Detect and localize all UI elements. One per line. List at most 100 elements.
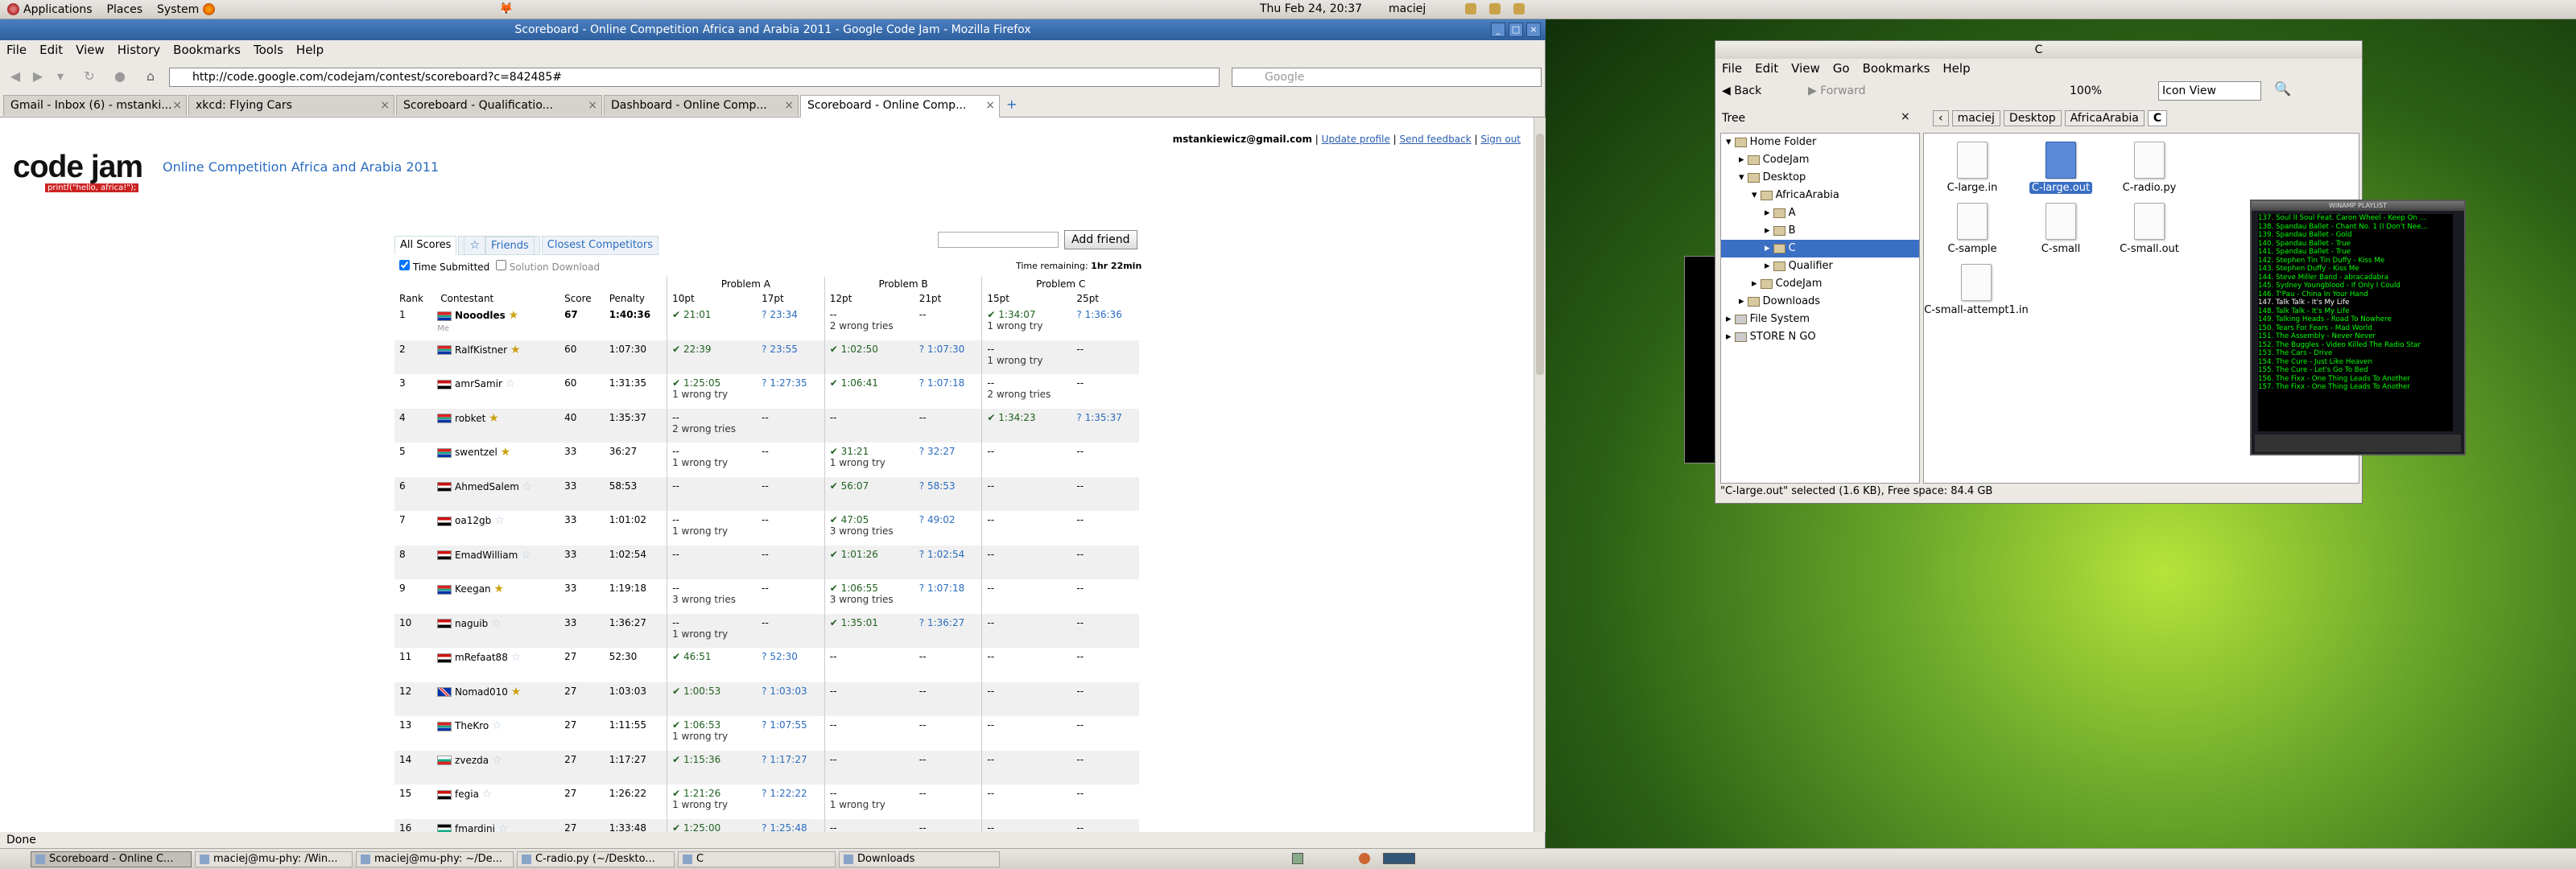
- contestant-name[interactable]: fegia: [455, 789, 479, 800]
- sign-out-link[interactable]: Sign out: [1480, 134, 1521, 145]
- playlist-item[interactable]: 154. The Cure - Just Like Heaven: [2258, 358, 2453, 367]
- contestant-name[interactable]: Keegan: [455, 583, 491, 595]
- solution-download-checkbox[interactable]: [495, 260, 506, 270]
- star-icon[interactable]: ★: [489, 412, 499, 425]
- firefox-launcher-icon[interactable]: [203, 3, 216, 15]
- trash-icon[interactable]: [1292, 853, 1303, 864]
- panel-clock[interactable]: Thu Feb 24, 20:37: [1260, 2, 1362, 15]
- panel-user[interactable]: maciej: [1389, 2, 1426, 15]
- playlist-item[interactable]: 146. T'Pau - China In Your Hand: [2258, 290, 2453, 299]
- back-button[interactable]: ◀ Back: [1722, 84, 1761, 97]
- playlist-item[interactable]: 141. Spandau Ballet - True: [2258, 248, 2453, 257]
- star-icon[interactable]: ☆: [521, 549, 531, 562]
- playlist-item[interactable]: 145. Sydney Youngblood - If Only I Could: [2258, 282, 2453, 290]
- minimize-icon[interactable]: _: [1491, 23, 1505, 37]
- path-back-icon[interactable]: ‹: [1933, 110, 1949, 126]
- star-icon[interactable]: ☆: [498, 822, 509, 833]
- contestant-name[interactable]: robket: [455, 413, 485, 424]
- contestant-name[interactable]: EmadWilliam: [455, 550, 518, 561]
- playlist-item[interactable]: 155. The Cure - Let's Go To Bed: [2258, 366, 2453, 375]
- task-terminal-1[interactable]: maciej@mu-phy: /Win...: [195, 851, 353, 867]
- menu-tools[interactable]: Tools: [247, 43, 290, 57]
- tab-scoreboard-qualification[interactable]: Scoreboard - Qualificatio... ×: [396, 95, 602, 116]
- tray-icon[interactable]: [1489, 3, 1501, 14]
- file-c-small-attempt1-in[interactable]: C-small-attempt1.in: [1924, 264, 2029, 316]
- menu-help[interactable]: Help: [1936, 61, 1976, 76]
- stop-icon[interactable]: ●: [111, 68, 129, 85]
- star-icon[interactable]: ☆: [522, 480, 533, 493]
- home-icon[interactable]: ⌂: [142, 68, 159, 85]
- menu-bookmarks[interactable]: Bookmarks: [1856, 61, 1937, 76]
- search-input[interactable]: Google: [1232, 68, 1542, 87]
- contestant-name[interactable]: amrSamir: [455, 378, 502, 389]
- menu-help[interactable]: Help: [290, 43, 330, 57]
- star-icon[interactable]: ★: [509, 309, 519, 322]
- contest-title[interactable]: Online Competition Africa and Arabia 201…: [163, 159, 439, 175]
- file-c-small[interactable]: C-small: [2021, 203, 2101, 255]
- playlist-item[interactable]: 140. Spandau Ballet - True: [2258, 240, 2453, 249]
- close-tab-icon[interactable]: ×: [380, 96, 390, 115]
- menu-edit[interactable]: Edit: [1748, 61, 1785, 76]
- star-icon[interactable]: ☆: [494, 514, 505, 527]
- menu-file[interactable]: File: [1715, 61, 1748, 76]
- tree-store-n-go[interactable]: ▸ STORE N GO: [1726, 328, 1816, 346]
- path-maciej[interactable]: maciej: [1951, 110, 2000, 126]
- tab-closest-competitors[interactable]: Closest Competitors: [541, 236, 659, 255]
- view-mode-select[interactable]: Icon View: [2158, 81, 2261, 101]
- playlist-item[interactable]: 148. Talk Talk - It's My Life: [2258, 307, 2453, 316]
- tree-downloads[interactable]: ▸ Downloads: [1739, 293, 1820, 311]
- forward-button[interactable]: ▶ Forward: [1808, 84, 1866, 97]
- tray-app-icon[interactable]: [1359, 853, 1370, 864]
- path-desktop[interactable]: Desktop: [2003, 110, 2062, 126]
- playlist-item[interactable]: 139. Spandau Ballet - Gold: [2258, 231, 2453, 240]
- playlist-item[interactable]: 150. Tears For Fears - Mad World: [2258, 324, 2453, 333]
- tree-africaarabia[interactable]: ▾ AfricaArabia: [1752, 187, 1839, 204]
- contestant-name[interactable]: Nomad010: [455, 686, 508, 698]
- menu-file[interactable]: File: [0, 43, 33, 57]
- winamp-controls[interactable]: [2255, 434, 2461, 452]
- contestant-name[interactable]: mRefaat88: [455, 652, 508, 663]
- playlist[interactable]: 137. Soul II Soul Feat. Caron Wheel - Ke…: [2258, 214, 2453, 431]
- task-file-manager[interactable]: C: [678, 851, 836, 867]
- send-feedback-link[interactable]: Send feedback: [1400, 134, 1472, 145]
- tab-friends[interactable]: ☆ Friends: [458, 236, 540, 255]
- file-c-radio-py[interactable]: C-radio.py: [2109, 142, 2190, 194]
- star-icon[interactable]: ☆: [511, 651, 522, 664]
- tree-file-system[interactable]: ▸ File System: [1726, 311, 1810, 328]
- playlist-item[interactable]: 143. Stephen Duffy - Kiss Me: [2258, 265, 2453, 274]
- close-sidebar-icon[interactable]: ×: [1901, 110, 1910, 123]
- task-terminal-2[interactable]: maciej@mu-phy: ~/De...: [356, 851, 514, 867]
- star-icon[interactable]: ☆: [492, 754, 502, 767]
- tab-gmail[interactable]: Gmail - Inbox (6) - mstanki... ×: [3, 95, 187, 116]
- reload-icon[interactable]: ↻: [80, 68, 98, 85]
- tree-codejam[interactable]: ▸ CodeJam: [1739, 151, 1809, 169]
- playlist-item[interactable]: 142. Stephen Tin Tin Duffy - Kiss Me: [2258, 257, 2453, 266]
- star-icon[interactable]: ☆: [506, 377, 516, 390]
- tab-all-scores[interactable]: All Scores: [394, 236, 457, 255]
- playlist-item[interactable]: 156. The Fixx - One Thing Leads To Anoth…: [2258, 375, 2453, 384]
- star-icon[interactable]: ★: [494, 583, 505, 595]
- time-submitted-checkbox[interactable]: [399, 260, 410, 270]
- workspace-switcher[interactable]: [1383, 853, 1415, 864]
- task-editor[interactable]: C-radio.py (~/Deskto...: [517, 851, 675, 867]
- update-profile-link[interactable]: Update profile: [1322, 134, 1390, 145]
- file-c-sample[interactable]: C-sample: [1932, 203, 2013, 255]
- tab-scoreboard-online[interactable]: Scoreboard - Online Comp... ×: [800, 95, 1000, 117]
- contestant-name[interactable]: RalfKistner: [455, 344, 507, 356]
- close-tab-icon[interactable]: ×: [985, 96, 995, 115]
- star-icon[interactable]: ★: [510, 344, 521, 356]
- contestant-name[interactable]: fmardini: [455, 823, 495, 833]
- contestant-name[interactable]: zvezda: [455, 755, 489, 766]
- applications-menu[interactable]: Applications: [0, 3, 100, 16]
- url-bar[interactable]: http://code.google.com/codejam/contest/s…: [169, 68, 1220, 87]
- history-dropdown-icon[interactable]: ▾: [52, 68, 69, 85]
- tree-b[interactable]: ▸ B: [1765, 222, 1796, 240]
- star-icon[interactable]: ☆: [491, 617, 502, 630]
- codejam-logo[interactable]: code jam: [13, 150, 143, 185]
- page-scrollbar[interactable]: [1534, 117, 1546, 832]
- tab-xkcd[interactable]: xkcd: Flying Cars ×: [188, 95, 394, 116]
- contestant-name[interactable]: Nooodles: [455, 310, 506, 321]
- playlist-item[interactable]: 144. Steve Miller Band - abracadabra: [2258, 274, 2453, 282]
- close-icon[interactable]: ×: [1526, 23, 1541, 37]
- playlist-item[interactable]: 153. The Cars - Drive: [2258, 349, 2453, 358]
